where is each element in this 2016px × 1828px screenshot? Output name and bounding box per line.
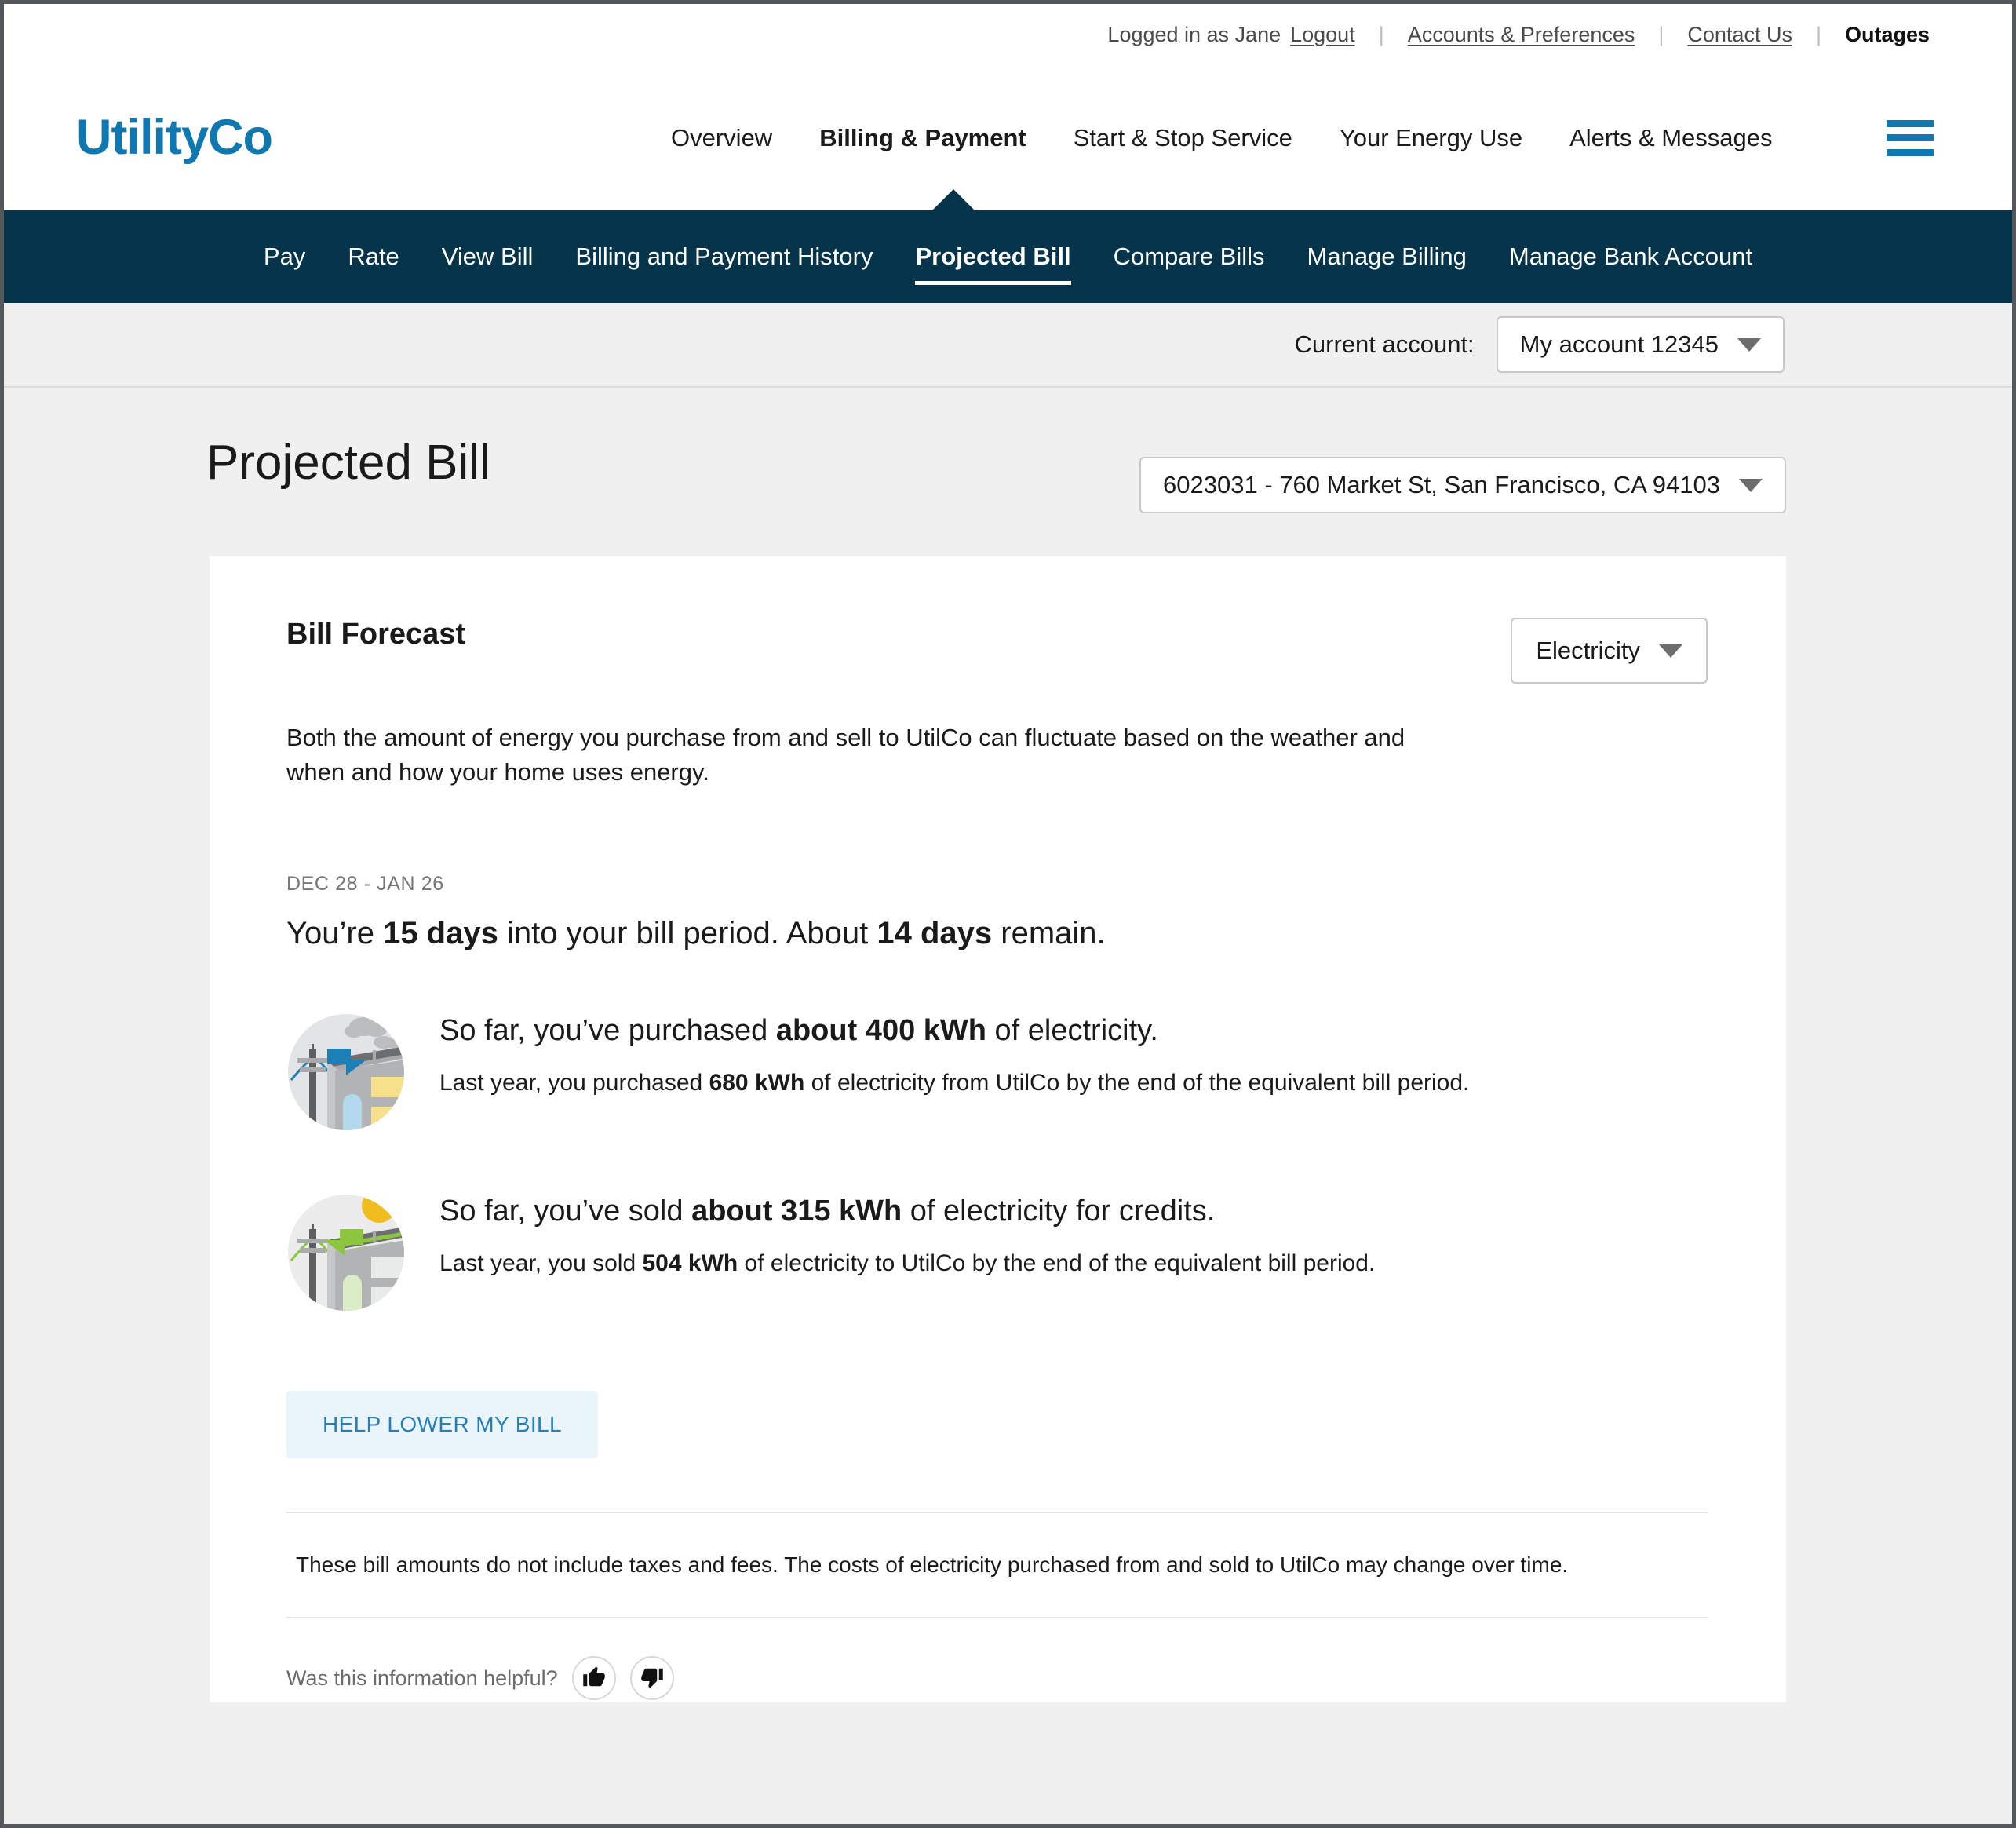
bill-forecast-card: Bill Forecast Electricity Both the amoun… <box>210 556 1786 1702</box>
nav-item-alerts-messages[interactable]: Alerts & Messages <box>1546 124 1795 152</box>
subnav-item-manage-bank-account[interactable]: Manage Bank Account <box>1488 243 1774 271</box>
browser-viewport: Logged in as Jane Logout | Accounts & Pr… <box>0 0 2016 1828</box>
utility-separator-1: | <box>1378 22 1384 46</box>
nav-item-billing-payment[interactable]: Billing & Payment <box>796 124 1050 152</box>
current-account-label: Current account: <box>1294 330 1475 358</box>
page-body: Projected Bill 6023031 - 760 Market St, … <box>4 388 2012 1702</box>
fact-sold-sub-suffix: of electricity to UtilCo by the end of t… <box>738 1250 1376 1276</box>
page-title: Projected Bill <box>206 436 490 490</box>
page-title-row: Projected Bill 6023031 - 760 Market St, … <box>4 388 2012 556</box>
sub-navigation: Pay Rate View Bill Billing and Payment H… <box>4 189 2012 303</box>
service-address-select[interactable]: 6023031 - 760 Market St, San Francisco, … <box>1139 457 1786 513</box>
site-header: UtilityCo Overview Billing & Payment Sta… <box>4 65 2012 210</box>
fact-purchased-sub: Last year, you purchased 680 kWh of elec… <box>439 1067 1469 1098</box>
period-middle: into your bill period. About <box>498 916 877 951</box>
thumbs-up-icon <box>582 1666 606 1691</box>
current-account-strip: Current account: My account 12345 <box>4 303 2012 388</box>
card-title: Bill Forecast <box>286 618 466 651</box>
fact-sold-main-prefix: So far, you’ve sold <box>439 1195 692 1228</box>
active-nav-notch-icon <box>931 189 975 211</box>
account-select-value: My account 12345 <box>1519 330 1719 358</box>
nav-item-overview[interactable]: Overview <box>647 124 796 152</box>
nav-item-your-energy-use[interactable]: Your Energy Use <box>1316 124 1546 152</box>
subnav-item-rate[interactable]: Rate <box>326 243 420 271</box>
nav-item-start-stop-service[interactable]: Start & Stop Service <box>1050 124 1316 152</box>
fact-purchased-text: So far, you’ve purchased about 400 kWh o… <box>439 1013 1469 1098</box>
fact-sold-sub-value: 504 kWh <box>642 1250 738 1276</box>
fact-purchased-sub-suffix: of electricity from UtilCo by the end of… <box>804 1069 1470 1096</box>
thumbs-down-icon <box>640 1666 664 1691</box>
card-header: Bill Forecast Electricity <box>286 618 1708 684</box>
help-lower-my-bill-button[interactable]: HELP LOWER MY BILL <box>286 1391 598 1459</box>
logout-link[interactable]: Logout <box>1290 23 1355 47</box>
fact-purchased-main-value: about 400 kWh <box>775 1014 986 1048</box>
fact-sold-sub-prefix: Last year, you sold <box>439 1250 643 1276</box>
fact-sold-main: So far, you’ve sold about 315 kWh of ele… <box>439 1193 1375 1231</box>
service-address-value: 6023031 - 760 Market St, San Francisco, … <box>1163 471 1720 498</box>
disclaimer-text: These bill amounts do not include taxes … <box>296 1553 1569 1578</box>
fact-sold-text: So far, you’ve sold about 315 kWh of ele… <box>439 1193 1375 1279</box>
thumbs-down-button[interactable] <box>629 1656 674 1701</box>
thumbs-up-button[interactable] <box>571 1656 616 1701</box>
subnav-item-manage-billing[interactable]: Manage Billing <box>1286 243 1488 271</box>
outages-link[interactable]: Outages <box>1845 23 1930 47</box>
days-remaining-value: 14 days <box>877 916 993 951</box>
brand-logo[interactable]: UtilityCo <box>76 113 273 162</box>
fact-purchased-sub-prefix: Last year, you purchased <box>439 1069 709 1096</box>
chevron-down-icon <box>1737 338 1761 352</box>
bill-period-label: DEC 28 - JAN 26 <box>286 873 444 896</box>
fact-sold-sub: Last year, you sold 504 kWh of electrici… <box>439 1248 1375 1279</box>
period-suffix: remain. <box>992 916 1106 951</box>
card-intro-text: Both the amount of energy you purchase f… <box>286 724 1405 786</box>
fact-purchased-sub-value: 680 kWh <box>709 1069 805 1096</box>
accounts-preferences-link[interactable]: Accounts & Preferences <box>1408 23 1635 47</box>
energy-purchased-icon <box>286 1013 406 1132</box>
feedback-question: Was this information helpful? <box>286 1666 558 1690</box>
subnav-item-billing-and-payment-history[interactable]: Billing and Payment History <box>554 243 894 271</box>
subnav-item-view-bill[interactable]: View Bill <box>421 243 555 271</box>
chevron-down-icon <box>1739 478 1763 492</box>
fact-purchased-main: So far, you’ve purchased about 400 kWh o… <box>439 1013 1469 1050</box>
account-select[interactable]: My account 12345 <box>1496 316 1785 373</box>
main-navigation: Overview Billing & Payment Start & Stop … <box>647 65 1934 210</box>
utility-separator-2: | <box>1658 22 1664 46</box>
fact-purchased-main-prefix: So far, you’ve purchased <box>439 1014 776 1048</box>
subnav-item-compare-bills[interactable]: Compare Bills <box>1092 243 1286 271</box>
fact-purchased-main-suffix: of electricity. <box>986 1014 1158 1048</box>
energy-sold-icon <box>286 1193 406 1312</box>
utility-bar: Logged in as Jane Logout | Accounts & Pr… <box>4 4 2012 65</box>
days-elapsed-value: 15 days <box>383 916 498 951</box>
fact-row-purchased: So far, you’ve purchased about 400 kWh o… <box>286 1013 1708 1132</box>
hamburger-icon[interactable] <box>1887 119 1934 156</box>
contact-us-link[interactable]: Contact Us <box>1687 23 1792 47</box>
period-prefix: You’re <box>286 916 384 951</box>
subnav-item-projected-bill[interactable]: Projected Bill <box>894 243 1092 285</box>
utility-separator-3: | <box>1815 22 1821 46</box>
bill-period-progress: You’re 15 days into your bill period. Ab… <box>286 916 1708 951</box>
fact-sold-main-value: about 315 kWh <box>691 1195 902 1228</box>
chevron-down-icon <box>1659 644 1682 658</box>
fact-sold-main-suffix: of electricity for credits. <box>902 1195 1216 1228</box>
fuel-type-select[interactable]: Electricity <box>1511 618 1708 684</box>
logged-in-label: Logged in as Jane <box>1107 22 1281 46</box>
subnav-item-pay[interactable]: Pay <box>242 243 326 271</box>
fact-row-sold: So far, you’ve sold about 315 kWh of ele… <box>286 1193 1708 1312</box>
feedback-row: Was this information helpful? <box>286 1618 1708 1701</box>
fuel-type-value: Electricity <box>1536 637 1640 664</box>
